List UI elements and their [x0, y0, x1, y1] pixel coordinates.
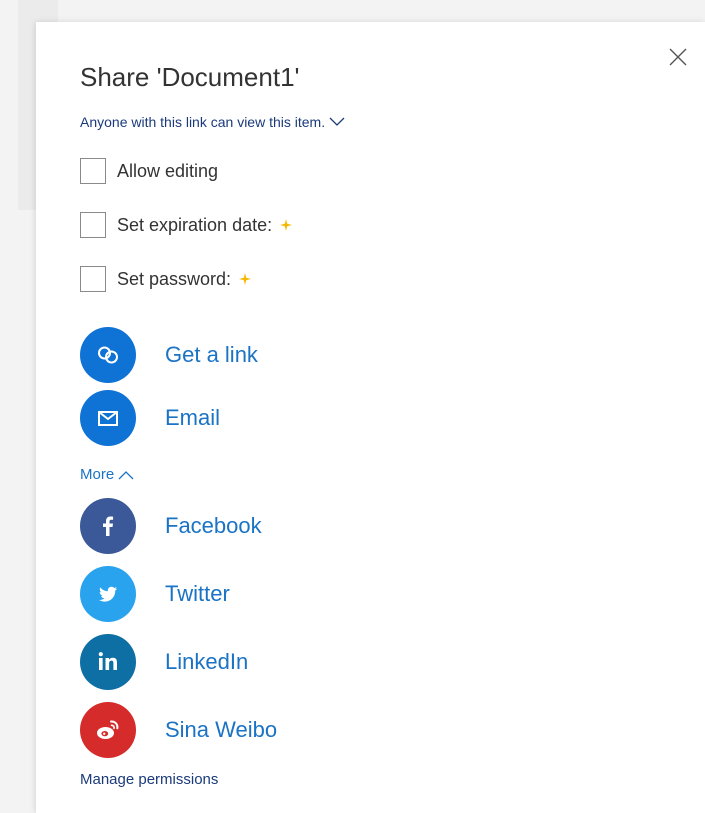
facebook-icon [80, 498, 136, 554]
option-label: Allow editing [117, 160, 219, 181]
share-label: LinkedIn [165, 649, 249, 674]
option-expiration-date: Set expiration date: [80, 210, 293, 240]
chevron-down-icon [329, 117, 345, 126]
more-label: More [80, 466, 115, 483]
permission-text: Anyone with this link can view this item… [80, 114, 326, 130]
share-label: Facebook [165, 513, 262, 538]
linkedin-icon [80, 634, 136, 690]
allow-editing-checkbox[interactable] [80, 158, 106, 184]
facebook-button[interactable]: Facebook [80, 498, 262, 554]
option-label: Set password: [117, 268, 232, 289]
chevron-up-icon [118, 470, 134, 479]
manage-permissions-link[interactable]: Manage permissions [80, 771, 218, 788]
set-password-checkbox[interactable] [80, 266, 106, 292]
share-dialog: Share 'Document1' Anyone with this link … [36, 22, 705, 813]
premium-star-icon [239, 273, 252, 285]
linkedin-button[interactable]: LinkedIn [80, 634, 248, 690]
close-icon [669, 48, 687, 66]
more-toggle[interactable]: More [80, 466, 134, 483]
dialog-title: Share 'Document1' [80, 62, 300, 92]
permission-dropdown[interactable]: Anyone with this link can view this item… [80, 114, 345, 130]
weibo-icon [80, 702, 136, 758]
option-set-password: Set password: [80, 264, 252, 294]
mail-icon [80, 390, 136, 446]
twitter-button[interactable]: Twitter [80, 566, 230, 622]
share-label: Sina Weibo [165, 717, 278, 742]
option-label: Set expiration date: [117, 214, 273, 235]
close-button[interactable] [667, 46, 689, 68]
twitter-icon [80, 566, 136, 622]
email-button[interactable]: Email [80, 390, 220, 446]
share-label: Email [165, 405, 221, 430]
sina-weibo-button[interactable]: Sina Weibo [80, 702, 277, 758]
get-a-link-button[interactable]: Get a link [80, 327, 258, 383]
share-label: Twitter [165, 581, 230, 606]
share-label: Get a link [165, 342, 258, 367]
expiration-date-checkbox[interactable] [80, 212, 106, 238]
link-icon [80, 327, 136, 383]
premium-star-icon [280, 219, 293, 231]
option-allow-editing: Allow editing [80, 156, 218, 186]
